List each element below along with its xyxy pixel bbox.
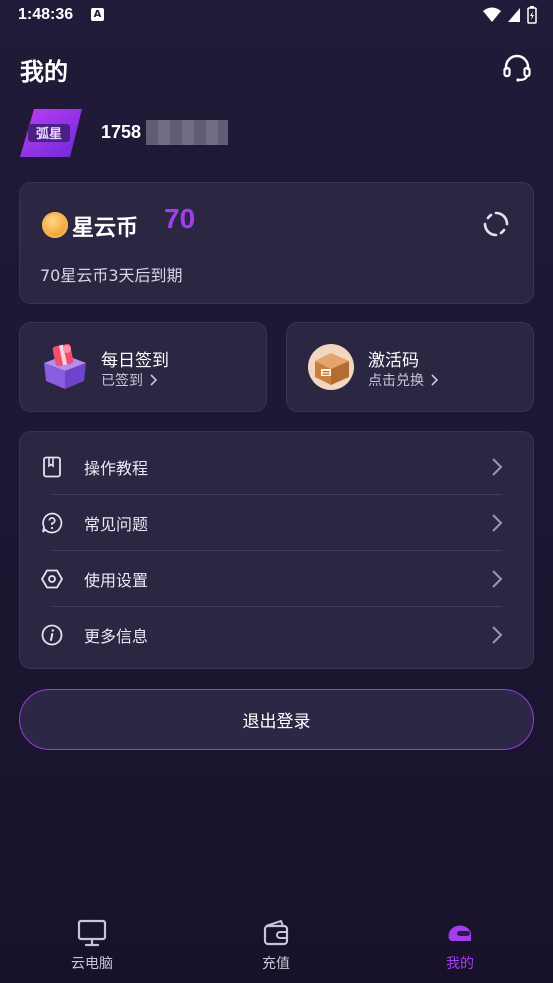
menu-label-more-info: 更多信息 (84, 627, 149, 646)
gift-box-icon (40, 343, 90, 391)
activation-code-card[interactable]: 激活码 点击兑换 (286, 322, 534, 412)
activation-code-action: 点击兑换 (368, 370, 438, 390)
headset-icon (503, 54, 531, 82)
coin-label: 星云币 (72, 216, 139, 241)
bottom-tab-bar: 云电脑 充值 我的 (0, 903, 553, 983)
signin-status: 已签到 (101, 370, 157, 390)
expire-note: 70星云币3天后到期 (40, 266, 183, 285)
menu-item-faq[interactable]: 常见问题 (20, 495, 533, 551)
tab-mine[interactable]: 我的 (410, 919, 510, 973)
tab-label-cloud-pc: 云电脑 (71, 956, 113, 972)
chevron-right-icon (492, 514, 503, 532)
monitor-icon (77, 919, 107, 947)
question-icon (42, 512, 63, 534)
menu-label-tutorial: 操作教程 (84, 459, 149, 478)
status-time: 1:48:36 (18, 6, 74, 23)
battery-icon (527, 6, 537, 24)
signin-status-text: 已签到 (101, 373, 143, 389)
package-icon (307, 343, 357, 391)
coin-icon (42, 212, 68, 238)
logout-button[interactable]: 退出登录 (19, 689, 534, 750)
status-bar: 1:48:36 A (0, 0, 553, 32)
menu-label-settings: 使用设置 (84, 571, 149, 590)
chevron-right-icon (492, 570, 503, 588)
coin-amount: 70 (164, 203, 196, 234)
wifi-icon (483, 7, 501, 22)
menu-card: 操作教程 常见问题 使用设置 更多信息 (19, 431, 534, 669)
tab-recharge[interactable]: 充值 (226, 919, 326, 973)
chevron-right-icon (431, 374, 438, 386)
activation-code-action-text: 点击兑换 (368, 373, 424, 389)
status-badge: A (91, 8, 104, 21)
activation-code-title: 激活码 (368, 351, 419, 371)
status-icons (483, 6, 537, 24)
chevron-right-icon (492, 458, 503, 476)
signin-title: 每日签到 (101, 351, 169, 371)
signal-icon (508, 8, 520, 22)
refresh-button[interactable] (480, 208, 512, 240)
menu-item-more-info[interactable]: 更多信息 (20, 607, 533, 663)
phone-mask (146, 120, 228, 145)
book-icon (43, 456, 61, 478)
menu-item-settings[interactable]: 使用设置 (20, 551, 533, 607)
chevron-right-icon (492, 626, 503, 644)
info-icon (41, 624, 63, 646)
menu-item-tutorial[interactable]: 操作教程 (20, 439, 533, 495)
tab-label-mine: 我的 (446, 956, 474, 972)
tab-label-recharge: 充值 (262, 956, 290, 972)
helmet-icon (448, 925, 471, 941)
tab-cloud-pc[interactable]: 云电脑 (42, 919, 142, 973)
chevron-right-icon (150, 374, 157, 386)
coin-card: 星云币 70 70星云币3天后到期 (19, 182, 534, 304)
svg-text:弧星: 弧星 (36, 126, 62, 142)
menu-label-faq: 常见问题 (84, 515, 149, 534)
settings-icon (40, 569, 64, 589)
phone-number: 1758 (101, 122, 142, 142)
refresh-icon (483, 211, 509, 237)
avatar[interactable]: 弧星 (20, 109, 82, 157)
support-button[interactable] (500, 51, 534, 85)
wallet-icon (263, 919, 289, 946)
page-title: 我的 (20, 58, 68, 86)
daily-signin-card[interactable]: 每日签到 已签到 (19, 322, 267, 412)
